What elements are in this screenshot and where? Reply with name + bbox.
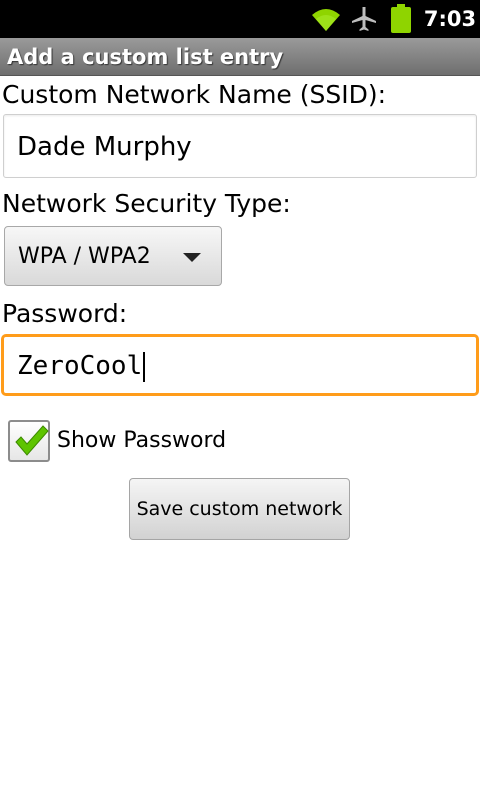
dropdown-arrow-icon <box>183 253 201 262</box>
show-password-label[interactable]: Show Password <box>57 420 226 462</box>
password-input[interactable]: ZeroCool <box>1 334 479 396</box>
status-clock: 7:03 <box>423 7 477 31</box>
ssid-input-value: Dade Murphy <box>17 132 192 162</box>
password-input-value: ZeroCool <box>17 351 143 381</box>
password-label: Password: <box>2 299 128 328</box>
save-custom-network-button[interactable]: Save custom network <box>129 478 350 540</box>
wifi-icon <box>312 9 340 31</box>
battery-icon <box>391 4 411 33</box>
security-type-selected: WPA / WPA2 <box>18 244 151 269</box>
ssid-label: Custom Network Name (SSID): <box>2 80 387 109</box>
ssid-input[interactable]: Dade Murphy <box>3 114 477 178</box>
show-password-checkbox[interactable] <box>8 420 50 462</box>
checkmark-icon <box>15 425 49 456</box>
text-cursor <box>143 351 146 382</box>
security-type-label: Network Security Type: <box>2 189 291 218</box>
security-type-dropdown[interactable]: WPA / WPA2 <box>4 226 222 286</box>
title-bar: Add a custom list entry <box>0 38 480 76</box>
page-title: Add a custom list entry <box>7 45 284 69</box>
airplane-mode-icon <box>352 7 376 31</box>
status-bar: 7:03 <box>0 0 480 38</box>
